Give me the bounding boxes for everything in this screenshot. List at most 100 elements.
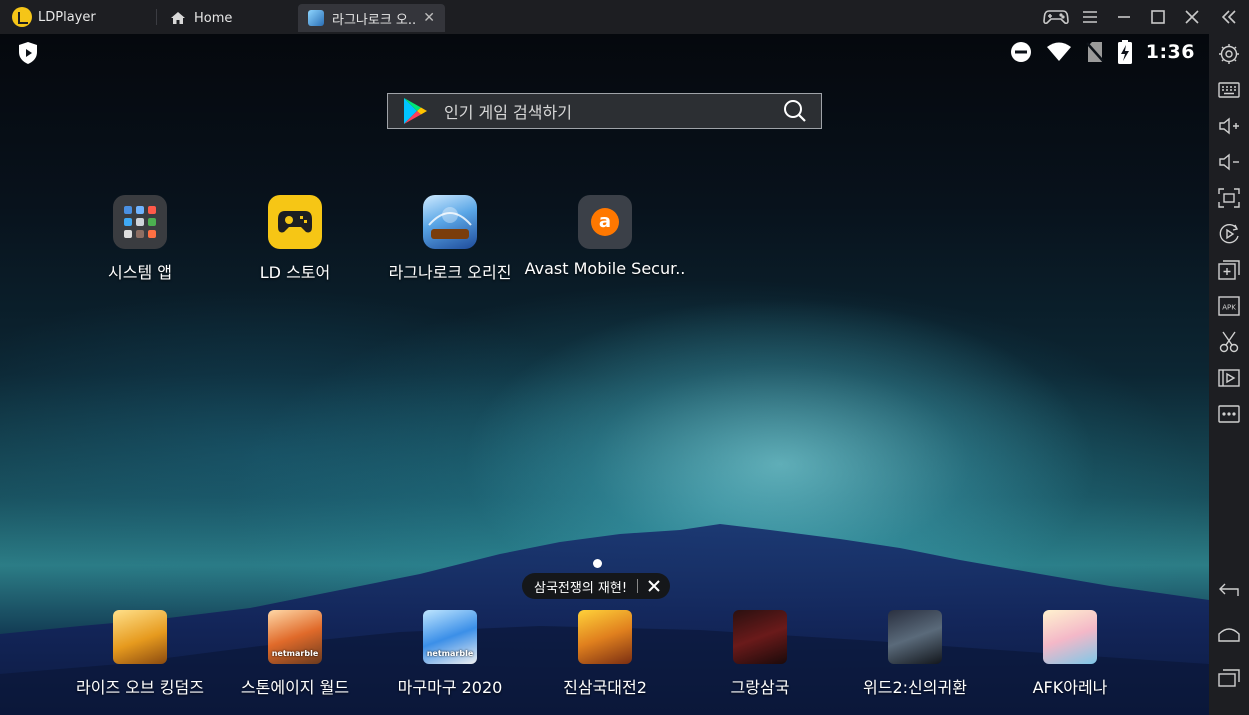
play-store-search-bar[interactable]: 인기 게임 검색하기 bbox=[387, 93, 822, 129]
back-arrow-icon bbox=[1219, 583, 1239, 596]
rise-of-kingdoms-icon bbox=[113, 610, 167, 664]
android-home-screen: 1:36 인기 게임 검색하기 시스템 앱 LD 스토어 라그나로크 오리진 a… bbox=[0, 34, 1209, 715]
dock-app-afk-arena[interactable]: AFK아레나 bbox=[990, 610, 1150, 698]
dock-app-rise-of-kingdoms[interactable]: 라이즈 오브 킹덤즈 bbox=[60, 610, 220, 698]
record-play-icon bbox=[1219, 223, 1239, 244]
app-ragnarok-origin[interactable]: 라그나로크 오리진 bbox=[370, 195, 530, 283]
magumagu-icon: netmarble bbox=[423, 610, 477, 664]
avast-icon: a bbox=[578, 195, 632, 249]
more-dots-icon bbox=[1218, 405, 1240, 423]
double-chevron-left-icon bbox=[1222, 10, 1236, 24]
recents-icon bbox=[1218, 669, 1240, 687]
apk-icon: APK bbox=[1218, 296, 1240, 316]
ragnarok-origin-icon bbox=[423, 195, 477, 249]
scissors-icon bbox=[1219, 331, 1239, 353]
minimize-button[interactable] bbox=[1107, 0, 1141, 34]
clock-time: 1:36 bbox=[1145, 41, 1195, 63]
promo-text: 삼국전쟁의 재현! bbox=[534, 580, 628, 596]
app-label: 라이즈 오브 킹덤즈 bbox=[76, 678, 204, 697]
screenshot-icon bbox=[1218, 188, 1240, 208]
video-button[interactable] bbox=[1209, 360, 1249, 396]
settings-button[interactable] bbox=[1209, 36, 1249, 72]
app-brand: LDPlayer bbox=[12, 7, 96, 27]
volume-down-icon bbox=[1219, 153, 1239, 171]
ld-store-icon bbox=[268, 195, 322, 249]
app-label: 라그나로크 오리진 bbox=[388, 263, 512, 282]
volume-up-button[interactable] bbox=[1209, 108, 1249, 144]
close-icon bbox=[1185, 10, 1199, 24]
do-not-disturb-icon bbox=[1010, 42, 1031, 62]
android-back-button[interactable] bbox=[1209, 572, 1249, 608]
close-window-button[interactable] bbox=[1175, 0, 1209, 34]
tab-divider bbox=[156, 9, 157, 25]
cut-button[interactable] bbox=[1209, 324, 1249, 360]
gamepad-button[interactable] bbox=[1039, 0, 1073, 34]
shield-status-icon bbox=[17, 41, 39, 69]
no-sim-icon bbox=[1085, 42, 1104, 62]
app-label: 진삼국대전2 bbox=[563, 678, 647, 697]
add-window-icon bbox=[1218, 260, 1240, 280]
ldplayer-logo-icon bbox=[12, 7, 32, 27]
app-name: LDPlayer bbox=[38, 9, 96, 25]
hamburger-menu-icon bbox=[1083, 11, 1097, 23]
title-bar: LDPlayer Home 라그나로크 오... ✕ bbox=[0, 0, 1249, 34]
ragnarok-favicon-icon bbox=[308, 10, 324, 26]
android-home-button[interactable] bbox=[1209, 616, 1249, 652]
stoneage-world-icon: netmarble bbox=[268, 610, 322, 664]
app-label: AFK아레나 bbox=[1032, 678, 1108, 697]
multi-instance-button[interactable] bbox=[1209, 252, 1249, 288]
tab-close-icon[interactable]: ✕ bbox=[423, 11, 435, 25]
home-nav-icon bbox=[1218, 628, 1240, 642]
maximize-button[interactable] bbox=[1141, 0, 1175, 34]
app-system-apps[interactable]: 시스템 앱 bbox=[60, 195, 220, 283]
keyboard-mapping-button[interactable] bbox=[1209, 72, 1249, 108]
more-button[interactable] bbox=[1209, 396, 1249, 432]
app-avast[interactable]: a Avast Mobile Secur.. bbox=[525, 195, 685, 278]
install-apk-button[interactable]: APK bbox=[1209, 288, 1249, 324]
volume-down-button[interactable] bbox=[1209, 144, 1249, 180]
dock-app-magumagu-2020[interactable]: netmarble 마구마구 2020 bbox=[370, 610, 530, 698]
jinsamguk-icon bbox=[578, 610, 632, 664]
maximize-icon bbox=[1151, 10, 1165, 24]
app-ld-store[interactable]: LD 스토어 bbox=[215, 195, 375, 283]
close-promo-icon[interactable] bbox=[648, 580, 660, 592]
wifi-icon bbox=[1046, 42, 1071, 61]
window-controls bbox=[1039, 0, 1249, 34]
promo-banner[interactable]: 삼국전쟁의 재현! bbox=[522, 573, 671, 599]
tab-home-label: Home bbox=[194, 10, 233, 26]
emulator-toolbar: APK bbox=[1209, 34, 1249, 715]
app-label: 스톤에이지 월드 bbox=[240, 678, 350, 697]
tab-home[interactable]: Home bbox=[160, 4, 242, 32]
menu-button[interactable] bbox=[1073, 0, 1107, 34]
app-label: 위드2:신의귀환 bbox=[863, 678, 967, 697]
dock-app-with2[interactable]: 위드2:신의귀환 bbox=[835, 610, 995, 698]
search-icon[interactable] bbox=[783, 99, 807, 123]
record-button[interactable] bbox=[1209, 216, 1249, 252]
tab-ragnarok-label: 라그나로크 오... bbox=[332, 12, 416, 28]
app-label: 그랑삼국 bbox=[730, 678, 790, 697]
google-play-icon bbox=[404, 98, 427, 124]
video-icon bbox=[1218, 369, 1240, 387]
app-label: 마구마구 2020 bbox=[397, 678, 503, 697]
app-label: Avast Mobile Secur.. bbox=[524, 259, 686, 278]
grand-samguk-icon bbox=[733, 610, 787, 664]
dock-app-jinsamguk-2[interactable]: 진삼국대전2 bbox=[525, 610, 685, 698]
minimize-icon bbox=[1118, 16, 1130, 18]
screenshot-button[interactable] bbox=[1209, 180, 1249, 216]
volume-up-icon bbox=[1219, 117, 1239, 135]
gear-icon bbox=[1219, 44, 1239, 64]
android-recents-button[interactable] bbox=[1209, 660, 1249, 696]
page-indicator-dot bbox=[593, 559, 602, 568]
dock-app-grand-samguk[interactable]: 그랑삼국 bbox=[680, 610, 840, 698]
search-placeholder: 인기 게임 검색하기 bbox=[444, 103, 572, 122]
collapse-sidebar-button[interactable] bbox=[1209, 0, 1249, 34]
gamepad-icon bbox=[1043, 10, 1069, 25]
status-bar-right: 1:36 bbox=[1010, 40, 1195, 64]
with2-icon bbox=[888, 610, 942, 664]
afk-arena-icon bbox=[1043, 610, 1097, 664]
dock-app-stoneage-world[interactable]: netmarble 스톤에이지 월드 bbox=[215, 610, 375, 698]
tab-ragnarok[interactable]: 라그나로크 오... ✕ bbox=[298, 4, 445, 32]
home-icon bbox=[171, 12, 185, 24]
svg-text:APK: APK bbox=[1222, 304, 1236, 312]
promo-divider bbox=[637, 579, 639, 593]
